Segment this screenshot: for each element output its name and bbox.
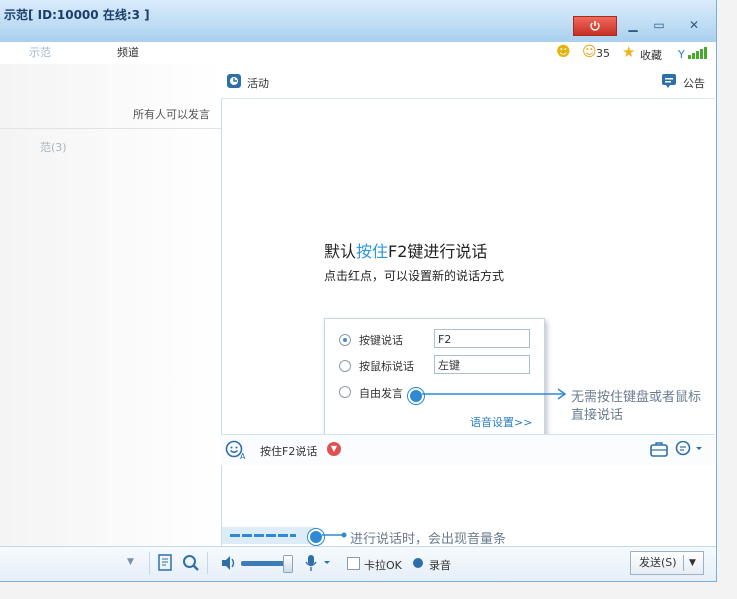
hint-highlight: 按住 <box>356 242 389 261</box>
free-speech-callout-line1: 无需按住键盘或者鼠标 <box>571 390 702 405</box>
smiley-icon[interactable]: ☻ <box>556 44 571 60</box>
send-button[interactable]: 发送(S) ▼ <box>630 551 704 575</box>
option-key-speak-label: 按键说话 <box>359 334 403 347</box>
mouse-speak-field[interactable]: 左键 <box>434 355 530 374</box>
fans-count: 35 <box>596 47 610 60</box>
volume-meter <box>222 527 316 544</box>
minimize-icon: ▁ <box>628 18 638 32</box>
key-speak-field[interactable]: F2 <box>434 329 530 348</box>
karaoke-label: 卡拉OK <box>364 559 402 572</box>
svg-text:A: A <box>240 452 246 460</box>
member-group[interactable]: 范(3) <box>40 139 67 155</box>
free-speech-callout-line2: 直接说话 <box>571 408 624 423</box>
fans-icon: ☺ <box>582 44 597 60</box>
briefcase-icon[interactable] <box>650 441 668 457</box>
tab-channel[interactable]: 频道 <box>85 42 171 64</box>
emoji-font-icon[interactable]: A <box>225 440 249 460</box>
toolbar-divider <box>149 552 150 574</box>
window-title: 示范[ ID:10000 在线:3 ] <box>4 8 150 22</box>
document-icon[interactable] <box>158 554 174 572</box>
speak-hint-title: 默认按住F2键进行说话 <box>324 238 487 262</box>
minimize-button[interactable]: ▁ <box>620 16 646 34</box>
speak-permission-note: 所有人可以发言 <box>133 108 210 121</box>
signal-icon: Y <box>678 47 707 60</box>
channel-toolbar <box>221 64 715 99</box>
chevron-down-icon: ▼ <box>330 444 338 453</box>
microphone-icon[interactable] <box>304 554 334 572</box>
favorite-link[interactable]: 收藏 <box>640 47 662 63</box>
star-icon: ★ <box>622 43 636 61</box>
record-icon[interactable] <box>413 558 423 568</box>
tab-main[interactable]: 示范 <box>0 42 80 64</box>
volume-callout: 进行说话时，会出现音量条 <box>350 532 507 547</box>
power-button[interactable] <box>573 16 617 36</box>
volume-callout-line <box>322 532 347 538</box>
quick-reply-icon[interactable] <box>675 441 705 457</box>
search-icon[interactable] <box>182 554 200 572</box>
callout-arrow <box>422 388 567 400</box>
voice-settings-link[interactable]: 语音设置>> <box>470 414 532 430</box>
radio-key-speak[interactable] <box>339 334 351 346</box>
power-icon <box>590 21 600 31</box>
maximize-button[interactable]: ▭ <box>646 16 672 34</box>
option-free-speech-label: 自由发言 <box>359 387 403 400</box>
close-icon: ✕ <box>688 18 700 32</box>
radio-mouse-speak[interactable] <box>339 360 351 372</box>
record-label: 录音 <box>429 559 451 572</box>
maximize-icon: ▭ <box>653 18 665 32</box>
speak-mode-label: 按住F2说话 <box>260 445 318 458</box>
send-label: 发送(S) <box>639 556 677 569</box>
hint-prefix: 默认 <box>324 242 357 261</box>
activity-icon <box>227 74 241 88</box>
speaker-icon[interactable] <box>220 555 238 571</box>
red-dot-dropdown[interactable]: ▼ <box>327 442 341 456</box>
option-mouse-speak-label: 按鼠标说话 <box>359 360 414 373</box>
chevron-down-icon[interactable]: ▼ <box>127 557 134 567</box>
volume-meter-bars <box>230 534 296 537</box>
member-list-pane <box>0 64 221 546</box>
notice-icon <box>662 74 676 88</box>
toolbar-divider <box>207 552 208 574</box>
volume-slider-handle[interactable] <box>283 555 293 573</box>
radio-free-speech[interactable] <box>339 386 351 398</box>
send-options-chevron-icon[interactable]: ▼ <box>689 552 696 574</box>
close-button[interactable]: ✕ <box>681 16 707 34</box>
activity-link[interactable]: 活动 <box>247 75 269 91</box>
karaoke-checkbox[interactable] <box>347 557 360 570</box>
notice-link[interactable]: 公告 <box>683 75 705 91</box>
hint-suffix: F2键进行说话 <box>388 242 488 261</box>
svg-text:Y: Y <box>678 48 685 60</box>
send-divider <box>683 555 684 571</box>
speak-hint-subtitle: 点击红点，可以设置新的说话方式 <box>324 269 505 283</box>
